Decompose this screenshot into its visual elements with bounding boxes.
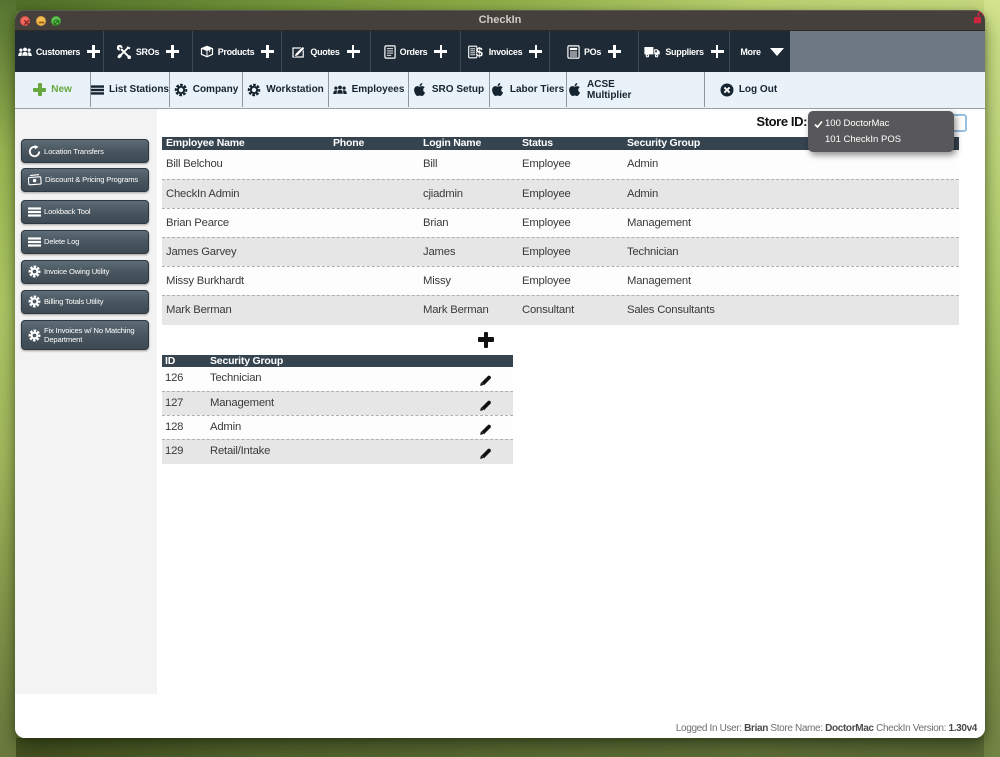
svg-text:$: $ (475, 45, 483, 59)
